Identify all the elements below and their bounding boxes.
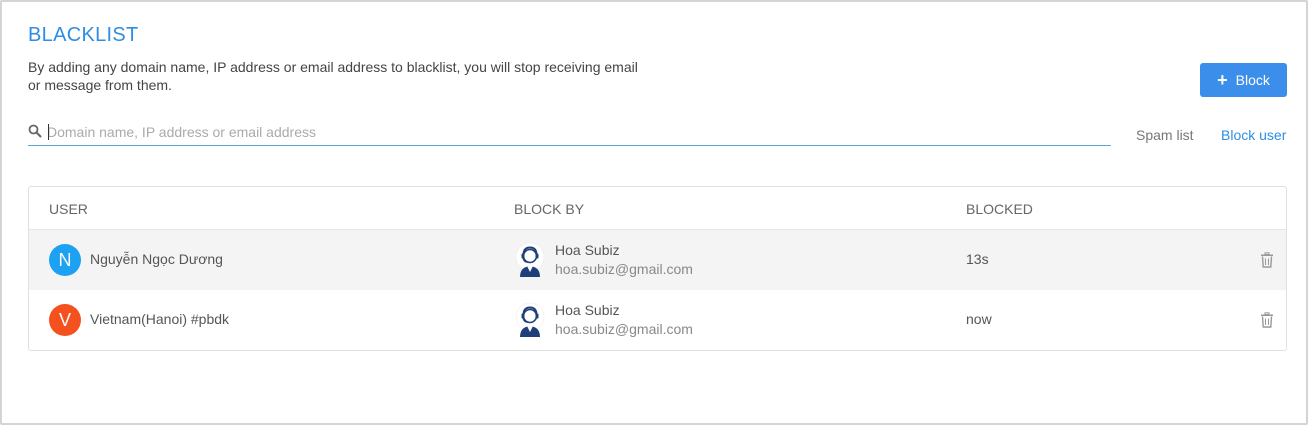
blocked-time: 13s (966, 251, 989, 267)
search-icon (28, 124, 42, 138)
spam-list-link[interactable]: Spam list (1136, 127, 1194, 143)
trash-icon[interactable] (1260, 252, 1274, 268)
block-by-email: hoa.subiz@gmail.com (555, 321, 693, 337)
block-user-link[interactable]: Block user (1221, 127, 1286, 143)
column-header-blocked: BLOCKED (966, 201, 1033, 217)
page-description: By adding any domain name, IP address or… (28, 59, 638, 93)
table-row[interactable]: N Nguyễn Ngọc Dương Hoa Subiz hoa.subiz@… (29, 230, 1286, 290)
search-input[interactable] (47, 120, 1107, 144)
plus-icon: + (1217, 70, 1228, 90)
agent-headset-icon (515, 302, 545, 337)
text-caret (48, 124, 49, 140)
column-header-block-by: BLOCK BY (514, 201, 585, 217)
user-name: Nguyễn Ngọc Dương (90, 251, 223, 267)
trash-icon[interactable] (1260, 312, 1274, 328)
table-row[interactable]: V Vietnam(Hanoi) #pbdk Hoa Subiz hoa.sub… (29, 290, 1286, 350)
blocked-time: now (966, 311, 992, 327)
block-by-name: Hoa Subiz (555, 302, 620, 318)
blacklist-table: USER BLOCK BY BLOCKED N Nguyễn Ngọc Dươn… (28, 186, 1287, 351)
user-name: Vietnam(Hanoi) #pbdk (90, 311, 230, 327)
column-header-user: USER (49, 201, 88, 217)
block-by-email: hoa.subiz@gmail.com (555, 261, 693, 277)
block-button[interactable]: + Block (1200, 63, 1287, 97)
page-title: BLACKLIST (28, 24, 139, 46)
avatar: V (49, 304, 81, 336)
block-button-label: Block (1235, 72, 1270, 88)
search-bar (28, 120, 1111, 146)
avatar: N (49, 244, 81, 276)
agent-headset-icon (515, 242, 545, 277)
block-by-name: Hoa Subiz (555, 242, 620, 258)
table-header: USER BLOCK BY BLOCKED (29, 187, 1286, 230)
